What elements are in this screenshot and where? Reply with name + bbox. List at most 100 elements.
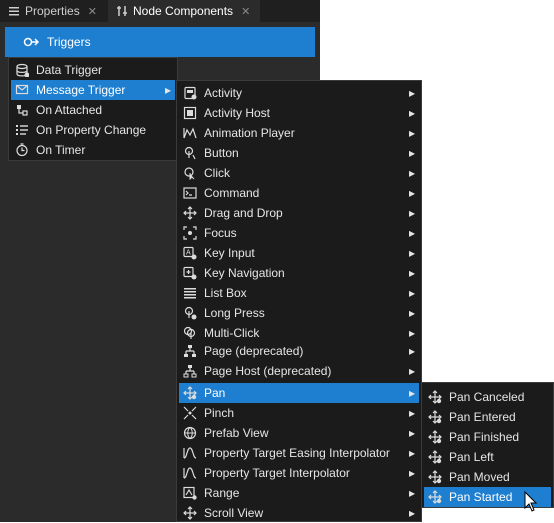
menu-item-label: On Property Change xyxy=(36,123,147,137)
tab-bar: Properties ✕ Node Components ✕ xyxy=(0,0,320,22)
triggers-label: Triggers xyxy=(47,35,91,49)
menu-item-label: Animation Player xyxy=(204,126,295,140)
menu-item-property-target-interpolator[interactable]: Property Target Interpolator ▸ xyxy=(179,463,419,483)
pan-icon xyxy=(427,489,443,505)
attached-icon xyxy=(14,102,30,118)
message-trigger-submenu: Activity ▸ Activity Host ▸ Animation Player ▸… xyxy=(176,80,422,522)
focus-icon xyxy=(182,225,198,241)
chevron-right-icon: ▸ xyxy=(408,86,415,100)
menu-item-on-attached[interactable]: On Attached xyxy=(11,100,175,120)
menu-item-click[interactable]: Click ▸ xyxy=(179,163,419,183)
chevron-right-icon: ▸ xyxy=(408,266,415,280)
menu-item-label: Scroll View xyxy=(204,506,264,520)
menu-item-label: Pan Left xyxy=(449,450,494,464)
menu-item-label: Prefab View xyxy=(204,426,269,440)
tab-properties[interactable]: Properties ✕ xyxy=(8,0,104,22)
scroll-view-icon xyxy=(182,505,198,521)
page-host-icon xyxy=(182,363,198,379)
menu-item-page-deprecated[interactable]: Page (deprecated) ▸ xyxy=(179,341,419,361)
menu-item-label: Key Navigation xyxy=(204,266,285,280)
pan-icon xyxy=(427,389,443,405)
menu-item-label: Property Target Easing Interpolator xyxy=(204,446,390,460)
menu-item-label: Page (deprecated) xyxy=(204,344,304,358)
menu-item-label: Click xyxy=(204,166,230,180)
menu-item-list-box[interactable]: List Box ▸ xyxy=(179,283,419,303)
menu-item-label: Pan xyxy=(204,386,226,400)
menu-item-pan-entered[interactable]: Pan Entered xyxy=(424,407,551,427)
menu-item-scroll-view[interactable]: Scroll View ▸ xyxy=(179,503,419,523)
menu-item-label: Property Target Interpolator xyxy=(204,466,350,480)
database-icon xyxy=(14,62,30,78)
chevron-right-icon: ▸ xyxy=(408,506,415,520)
menu-item-activity-host[interactable]: Activity Host ▸ xyxy=(179,103,419,123)
interpolator-icon xyxy=(182,465,198,481)
menu-item-long-press[interactable]: Long Press ▸ xyxy=(179,303,419,323)
mouse-cursor-icon xyxy=(524,491,538,513)
pan-icon xyxy=(427,449,443,465)
menu-item-message-trigger[interactable]: Message Trigger ▸ xyxy=(11,80,175,100)
chevron-right-icon: ▸ xyxy=(408,306,415,320)
node-components-icon xyxy=(116,5,128,17)
menu-item-activity[interactable]: Activity ▸ xyxy=(179,83,419,103)
message-icon xyxy=(14,82,30,98)
menu-item-label: Pan Moved xyxy=(449,470,510,484)
menu-item-key-input[interactable]: A Key Input ▸ xyxy=(179,243,419,263)
pan-submenu: Pan Canceled Pan Entered Pan Finished Pan L… xyxy=(421,382,554,508)
menu-item-pan-canceled[interactable]: Pan Canceled xyxy=(424,387,551,407)
long-press-icon xyxy=(182,305,198,321)
menu-item-pan-left[interactable]: Pan Left xyxy=(424,447,551,467)
menu-item-label: On Attached xyxy=(36,103,103,117)
menu-item-data-trigger[interactable]: Data Trigger xyxy=(11,60,175,80)
chevron-right-icon: ▸ xyxy=(408,286,415,300)
pan-icon xyxy=(427,429,443,445)
chevron-right-icon: ▸ xyxy=(408,386,415,400)
animation-player-icon xyxy=(182,125,198,141)
menu-item-label: Activity xyxy=(204,86,243,100)
triggers-button[interactable]: Triggers xyxy=(5,27,315,57)
menu-item-multi-click[interactable]: Multi-Click ▸ xyxy=(179,323,419,343)
close-icon[interactable]: ✕ xyxy=(88,5,97,18)
menu-item-pan-moved[interactable]: Pan Moved xyxy=(424,467,551,487)
tab-node-components[interactable]: Node Components ✕ xyxy=(108,0,260,22)
menu-item-pan-finished[interactable]: Pan Finished xyxy=(424,427,551,447)
pan-icon xyxy=(427,469,443,485)
menu-item-button[interactable]: Button ▸ xyxy=(179,143,419,163)
menu-item-label: Data Trigger xyxy=(36,63,103,77)
menu-item-range[interactable]: Range ▸ xyxy=(179,483,419,503)
list-box-icon xyxy=(182,285,198,301)
menu-item-label: Long Press xyxy=(204,306,265,320)
menu-item-command[interactable]: Command ▸ xyxy=(179,183,419,203)
menu-item-animation-player[interactable]: Animation Player ▸ xyxy=(179,123,419,143)
menu-item-pan[interactable]: Pan ▸ xyxy=(179,383,419,403)
drag-drop-icon xyxy=(182,205,198,221)
menu-item-label: Message Trigger xyxy=(36,83,126,97)
menu-item-property-target-easing-interpolator[interactable]: Property Target Easing Interpolator ▸ xyxy=(179,443,419,463)
button-icon xyxy=(182,145,198,161)
chevron-right-icon: ▸ xyxy=(408,426,415,440)
interpolator-icon xyxy=(182,445,198,461)
prefab-view-icon xyxy=(182,425,198,441)
menu-item-pinch[interactable]: Pinch ▸ xyxy=(179,403,419,423)
close-icon[interactable]: ✕ xyxy=(241,5,250,18)
menu-item-prefab-view[interactable]: Prefab View ▸ xyxy=(179,423,419,443)
menu-item-page-host-deprecated[interactable]: Page Host (deprecated) ▸ xyxy=(179,361,419,381)
menu-item-label: Key Input xyxy=(204,246,255,260)
menu-item-label: Pan Started xyxy=(449,490,513,504)
chevron-right-icon: ▸ xyxy=(408,246,415,260)
menu-item-on-timer[interactable]: On Timer xyxy=(11,140,175,160)
key-navigation-icon xyxy=(182,265,198,281)
menu-item-label: Command xyxy=(204,186,260,200)
command-icon xyxy=(182,185,198,201)
chevron-right-icon: ▸ xyxy=(408,186,415,200)
chevron-right-icon: ▸ xyxy=(408,466,415,480)
triggers-icon xyxy=(23,36,39,48)
menu-item-on-property-change[interactable]: On Property Change xyxy=(11,120,175,140)
page-icon xyxy=(182,343,198,359)
menu-item-drag-and-drop[interactable]: Drag and Drop ▸ xyxy=(179,203,419,223)
timer-icon xyxy=(14,142,30,158)
svg-text:A: A xyxy=(186,250,191,257)
pan-icon xyxy=(182,385,198,401)
menu-item-key-navigation[interactable]: Key Navigation ▸ xyxy=(179,263,419,283)
key-input-icon: A xyxy=(182,245,198,261)
menu-item-focus[interactable]: Focus ▸ xyxy=(179,223,419,243)
